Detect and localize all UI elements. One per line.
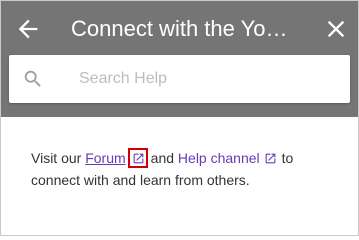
open-in-new-icon[interactable] [264, 152, 277, 165]
arrow-left-icon [18, 19, 38, 39]
forum-external-link-highlight[interactable] [127, 148, 148, 168]
close-button[interactable] [322, 15, 350, 43]
help-header: Connect with the YouTube community [1, 1, 358, 117]
search-input[interactable] [79, 65, 339, 93]
community-message: Visit our Forum and Help channel to conn… [31, 147, 341, 191]
message-line-1: Visit our Forum and Help channel to [31, 147, 341, 169]
open-in-new-icon[interactable] [132, 152, 145, 165]
search-box[interactable] [9, 55, 350, 103]
help-panel: Connect with the YouTube community Visit… [0, 0, 359, 236]
message-text-visit: Visit our [31, 150, 82, 166]
help-channel-link[interactable]: Help channel [178, 150, 260, 166]
close-icon [327, 20, 345, 38]
message-text-and: and [150, 150, 175, 166]
page-title: Connect with the YouTube community [71, 16, 297, 41]
search-icon [24, 70, 41, 87]
message-text-to: to [281, 150, 294, 166]
forum-link[interactable]: Forum [85, 150, 125, 166]
message-line-2: connect with and learn from others. [31, 172, 250, 188]
back-button[interactable] [14, 15, 42, 43]
